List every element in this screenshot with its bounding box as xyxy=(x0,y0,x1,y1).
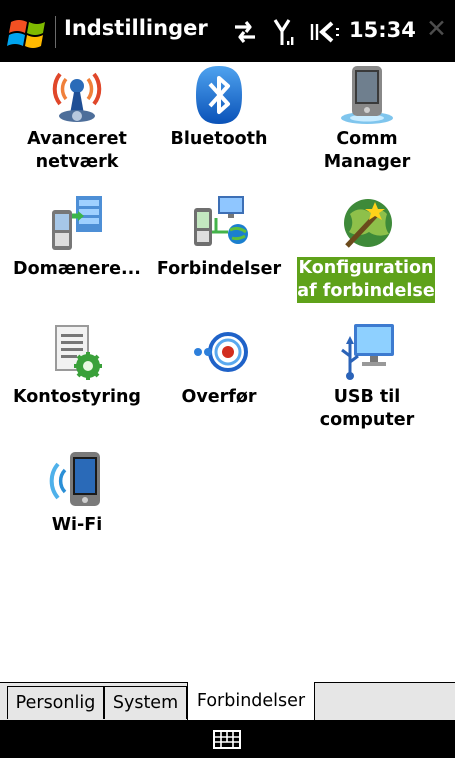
status-divider xyxy=(55,16,56,48)
soft-key-bar xyxy=(0,720,455,758)
settings-grid: Avanceret netværk Bluetooth Comm Manager… xyxy=(0,62,455,682)
tab-forbindelser[interactable]: Forbindelser xyxy=(187,682,315,720)
item-connections[interactable]: Forbindelser xyxy=(145,192,293,312)
item-label: Avanceret netværk xyxy=(27,129,127,172)
app-title: Indstillinger xyxy=(64,16,208,40)
account-manager-icon xyxy=(55,325,102,380)
item-beam[interactable]: Overfør xyxy=(145,320,293,440)
close-button[interactable]: ✕ xyxy=(426,14,447,43)
clock[interactable]: 15:34 xyxy=(349,18,416,42)
bluetooth-icon xyxy=(196,66,242,124)
item-domain-enroll[interactable]: Domænere... xyxy=(3,192,151,312)
item-account-manager[interactable]: Kontostyring xyxy=(3,320,151,440)
item-label: Comm Manager xyxy=(323,129,411,172)
item-comm-manager[interactable]: Comm Manager xyxy=(293,62,441,182)
item-label: Kontostyring xyxy=(13,387,141,407)
item-label: Wi-Fi xyxy=(51,515,103,535)
signal-icon[interactable] xyxy=(273,17,299,47)
comm-manager-icon xyxy=(341,66,393,124)
item-advanced-network[interactable]: Avanceret netværk xyxy=(3,62,151,182)
tab-bar: Personlig System Forbindelser xyxy=(0,682,455,721)
item-wifi[interactable]: Wi-Fi xyxy=(3,448,151,558)
item-bluetooth[interactable]: Bluetooth xyxy=(145,62,293,182)
volume-icon[interactable] xyxy=(308,17,342,47)
item-label: USB til computer xyxy=(319,387,415,430)
beam-icon xyxy=(194,332,248,372)
item-label: Domænere... xyxy=(13,259,141,279)
domain-enroll-icon xyxy=(52,196,102,250)
item-label: Overfør xyxy=(181,387,257,407)
status-bar: Indstillinger 15:34 ✕ xyxy=(0,0,455,62)
wifi-icon xyxy=(49,452,100,506)
item-label: Forbindelser xyxy=(156,259,282,279)
tab-personlig[interactable]: Personlig xyxy=(7,686,104,719)
connections-icon xyxy=(194,196,248,246)
tab-system[interactable]: System xyxy=(104,686,187,719)
start-icon[interactable] xyxy=(7,12,51,56)
connection-setup-icon xyxy=(344,199,392,248)
sync-icon[interactable] xyxy=(232,17,258,47)
item-usb-to-pc[interactable]: USB til computer xyxy=(293,320,441,440)
item-connection-setup[interactable]: Konfiguration af forbindelse xyxy=(292,192,440,312)
keyboard-icon[interactable] xyxy=(213,730,241,749)
item-label: Konfiguration af forbindelse xyxy=(297,257,435,303)
item-label: Bluetooth xyxy=(170,129,268,149)
usb-to-pc-icon xyxy=(341,324,394,380)
advanced-network-icon xyxy=(52,72,102,122)
